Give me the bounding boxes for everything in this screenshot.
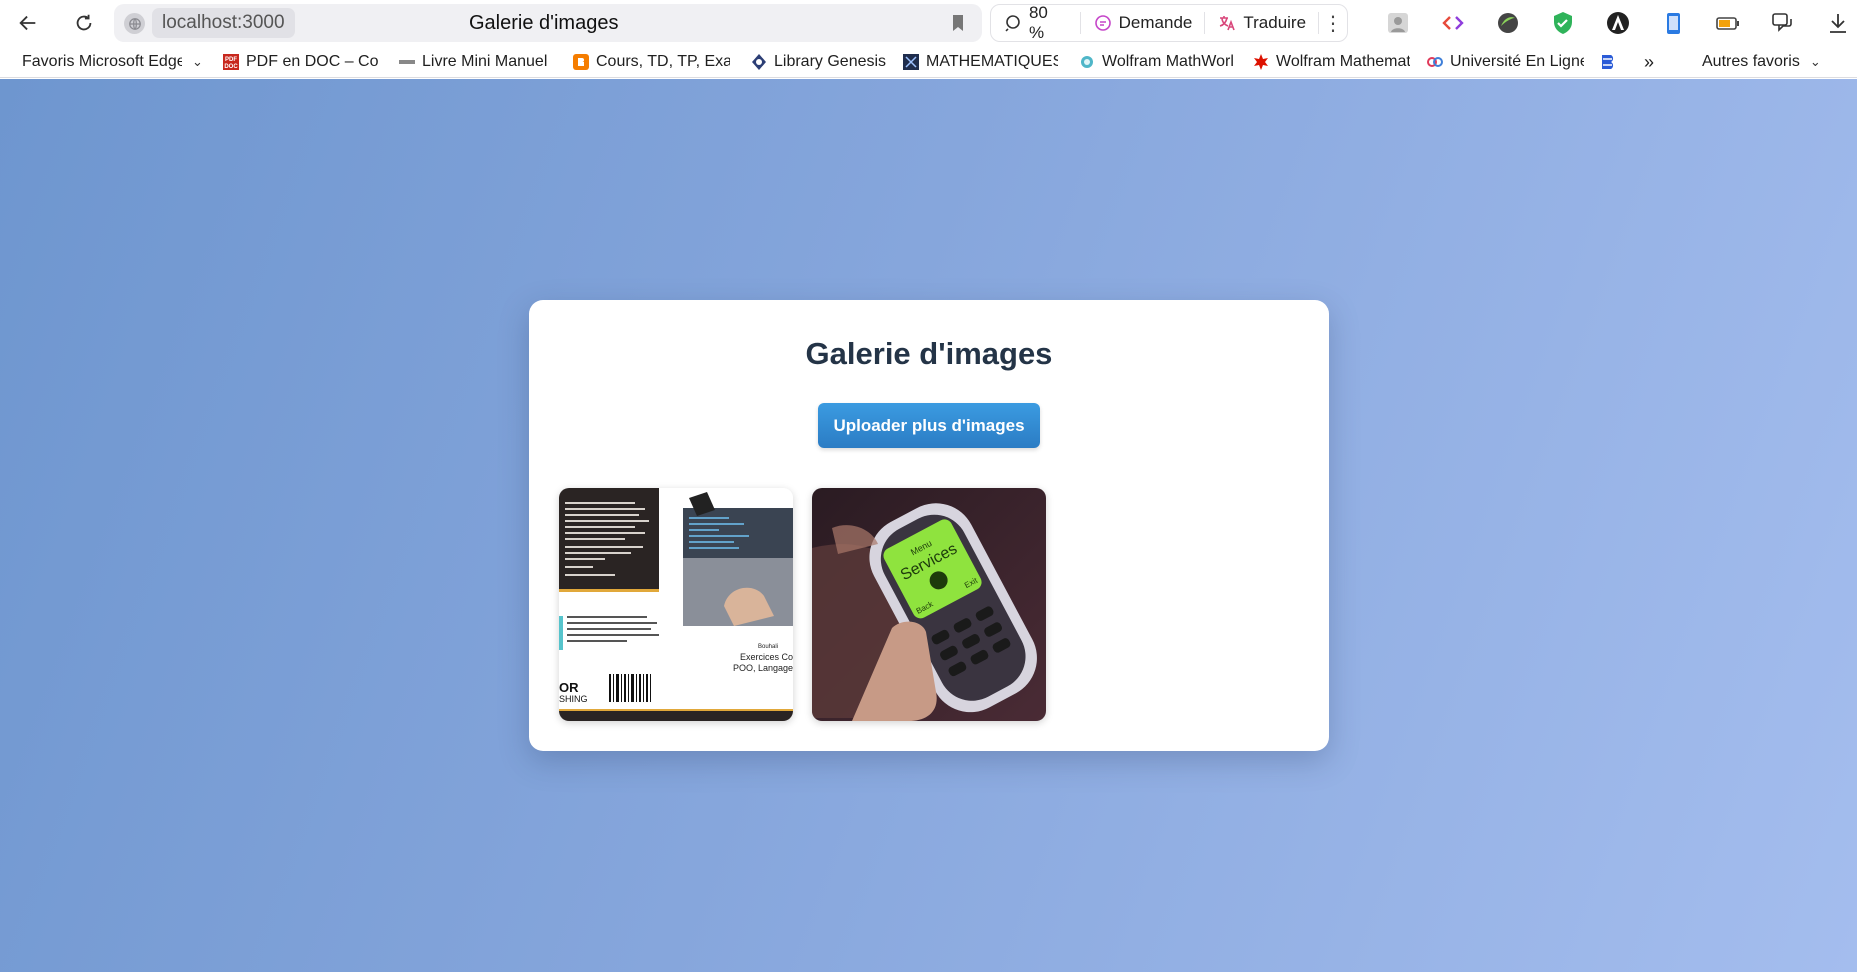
more-menu-icon[interactable]: ⋮: [1319, 11, 1347, 36]
phone-icon: [1666, 13, 1680, 34]
bookmark-universite-en-ligne[interactable]: Université En Ligne: [1426, 46, 1586, 78]
avatar-icon: [1387, 13, 1408, 33]
gallery-title: Galerie d'images: [805, 336, 1053, 371]
ask-label: Demande: [1118, 13, 1193, 32]
bookmark-favoris-microsoft-edge[interactable]: Favoris Microsoft Edge ⌄: [22, 46, 204, 78]
page-viewport: Galerie d'images Uploader plus d'images: [0, 79, 1857, 972]
bookmark-wolfram-mathworld[interactable]: Wolfram MathWorld: [1078, 46, 1236, 78]
publisher-logo-subtext: SHING: [559, 694, 588, 704]
book-cover-image: Bouhali Exercices Co POO, Langage OR SHI…: [559, 488, 793, 721]
mathworld-icon: [1078, 53, 1096, 71]
bookmark-b-icon-item[interactable]: [1600, 46, 1622, 78]
bookmark-wolfram-mathematica[interactable]: Wolfram Mathematica: [1252, 46, 1410, 78]
bookmark-library-genesis[interactable]: Library Genesis: [750, 46, 890, 78]
bookmarks-bar: Favoris Microsoft Edge ⌄ PDF DOC PDF en D…: [0, 46, 1857, 78]
back-button[interactable]: [11, 6, 45, 40]
other-favorites-label: Autres favoris: [1702, 53, 1800, 70]
bookmark-label: Library Genesis: [774, 53, 887, 70]
chevron-down-icon: ⌄: [1809, 54, 1821, 69]
bookmark-cours-td-tp[interactable]: Cours, TD, TP, Exa: [572, 46, 732, 78]
phone-extension[interactable]: [1645, 6, 1700, 40]
arrow-left-icon: [19, 15, 36, 31]
reload-button[interactable]: [67, 6, 101, 40]
chat-extension[interactable]: [1755, 6, 1810, 40]
pdf-doc-icon: PDF DOC: [222, 53, 240, 71]
address-bar[interactable]: localhost:3000 Galerie d'images: [114, 4, 982, 42]
bookmark-icon[interactable]: [948, 13, 968, 33]
translate-button[interactable]: Traduire: [1205, 4, 1318, 42]
shield-extension[interactable]: [1535, 6, 1590, 40]
chevron-down-icon: ⌄: [192, 54, 203, 69]
b-logo-icon: [1600, 53, 1618, 71]
bookmark-label: Favoris Microsoft Edge: [22, 53, 182, 70]
bookmark-label: Cours, TD, TP, Exa: [596, 53, 730, 70]
nokia-phone-image: Menu Services Back Exit: [812, 488, 1046, 721]
cover-caption-line-1: Exercices Co: [740, 652, 793, 662]
browser-tools: 80 % Demande Traduire ⋮: [990, 3, 1348, 42]
code-extension[interactable]: [1425, 6, 1480, 40]
gallery-image-book-cover[interactable]: Bouhali Exercices Co POO, Langage OR SHI…: [559, 488, 793, 721]
profile-extension[interactable]: [1370, 6, 1425, 40]
publisher-logo-text: OR: [559, 680, 579, 695]
ask-ai-icon: [1094, 15, 1111, 31]
translate-label: Traduire: [1243, 13, 1307, 32]
reload-icon: [76, 14, 92, 31]
bookmark-label: Université En Ligne: [1450, 53, 1584, 70]
bookmark-label: Wolfram Mathematica: [1276, 53, 1410, 70]
download-icon: [1829, 14, 1846, 33]
blogger-icon: [572, 53, 590, 71]
bookmark-label: Livre Mini Manuel: [422, 53, 548, 70]
page-title-in-omnibox: Galerie d'images: [469, 12, 619, 34]
code-icon: [1441, 16, 1464, 30]
translate-icon: [1220, 16, 1236, 31]
angular-extension[interactable]: [1590, 6, 1645, 40]
svg-text:PDF: PDF: [225, 57, 237, 63]
book-icon: [398, 53, 416, 71]
bookmark-label: Wolfram MathWorld: [1102, 53, 1234, 70]
battery-icon: [1715, 17, 1739, 30]
zoom-icon: [1005, 15, 1020, 32]
sphere-icon: [1497, 13, 1518, 33]
gallery-image-phone[interactable]: Menu Services Back Exit: [812, 488, 1046, 721]
upload-more-button[interactable]: Uploader plus d'images: [818, 403, 1040, 448]
more-bookmarks-button[interactable]: »: [1644, 46, 1664, 78]
svg-text:Bouhali: Bouhali: [758, 644, 778, 650]
image-gallery: Bouhali Exercices Co POO, Langage OR SHI…: [559, 488, 1046, 721]
svg-text:DOC: DOC: [224, 64, 238, 70]
battery-extension[interactable]: [1700, 6, 1755, 40]
shield-icon: [1553, 12, 1572, 34]
ask-button[interactable]: Demande: [1081, 4, 1205, 42]
url-text[interactable]: localhost:3000: [152, 8, 295, 38]
more-bookmarks-label: »: [1644, 51, 1655, 72]
extensions-bar: [1370, 6, 1857, 40]
bookmark-label: MATHEMATIQUES: [926, 53, 1058, 70]
angular-icon: [1606, 12, 1629, 34]
zoom-button[interactable]: 80 %: [991, 3, 1080, 42]
other-favorites-button[interactable]: Autres favoris ⌄: [1702, 46, 1832, 78]
browser-toolbar: localhost:3000 Galerie d'images 80 % Dem…: [0, 0, 1857, 46]
gallery-card: Galerie d'images Uploader plus d'images: [529, 300, 1329, 751]
cover-caption-line-2: POO, Langage: [733, 663, 793, 673]
bookmark-pdf-en-doc[interactable]: PDFDOC PDF en DOC – Conv: [222, 46, 382, 78]
uel-icon: [1426, 53, 1444, 71]
sphere-extension[interactable]: [1480, 6, 1535, 40]
globe-icon: [124, 13, 145, 34]
bookmark-livre-mini-manuel[interactable]: Livre Mini Manuel: [398, 46, 554, 78]
bookmark-label: PDF en DOC – Conv: [246, 53, 378, 70]
chat-icon: [1771, 13, 1792, 32]
zoom-level: 80 %: [1028, 3, 1048, 42]
libgen-icon: [750, 53, 768, 71]
downloads-button[interactable]: [1810, 6, 1857, 40]
wolfram-icon: [1252, 53, 1270, 71]
bookmark-mathematiques[interactable]: MATHEMATIQUES: [902, 46, 1060, 78]
math-icon: [902, 53, 920, 71]
